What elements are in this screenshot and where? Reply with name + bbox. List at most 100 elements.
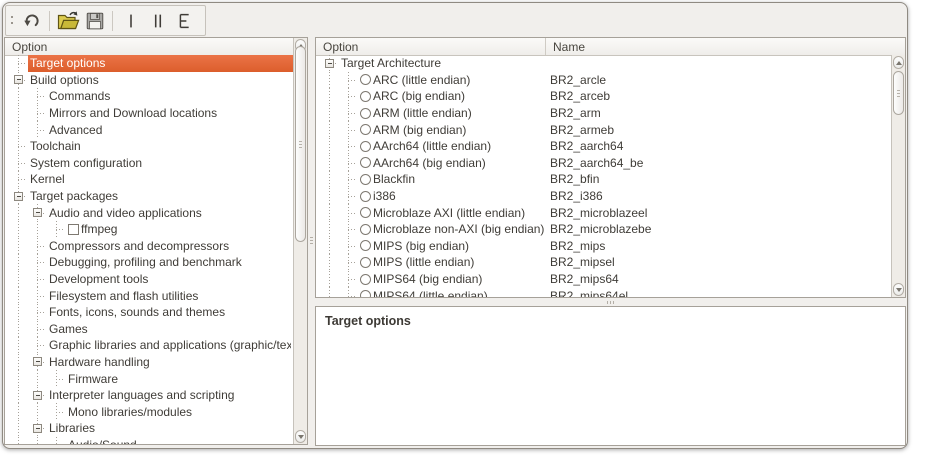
row-hit-area[interactable]: Advanced xyxy=(47,121,293,138)
tree-row[interactable]: Debugging, profiling and benchmark xyxy=(5,254,293,271)
tree-row[interactable]: AArch64 (big endian) BR2_aarch64_be xyxy=(316,155,891,172)
tree-row[interactable]: Interpreter languages and scripting xyxy=(5,387,293,404)
row-hit-area[interactable]: Debugging, profiling and benchmark xyxy=(47,254,293,271)
row-hit-area[interactable]: Graphic libraries and applications (grap… xyxy=(47,337,293,354)
tree-row[interactable]: Mono libraries/modules xyxy=(5,403,293,420)
row-hit-area[interactable]: Compressors and decompressors xyxy=(47,238,293,255)
tree-row[interactable]: Libraries xyxy=(5,420,293,437)
row-hit-area[interactable]: Interpreter languages and scripting xyxy=(47,387,293,404)
tree-row[interactable]: ARM (big endian) BR2_armeb xyxy=(316,121,891,138)
row-hit-area[interactable]: Firmware xyxy=(66,370,293,387)
row-hit-area[interactable]: MIPS (little endian) xyxy=(358,254,891,271)
row-hit-area[interactable]: ARC (little endian) xyxy=(358,72,891,89)
right-vertical-scrollbar[interactable] xyxy=(891,55,905,297)
tree-row[interactable]: Development tools xyxy=(5,271,293,288)
save-config-button[interactable] xyxy=(81,8,108,34)
tree-row[interactable]: Games xyxy=(5,321,293,338)
row-hit-area[interactable]: ARM (little endian) xyxy=(358,105,891,122)
single-view-button[interactable] xyxy=(117,8,144,34)
split-view-button[interactable] xyxy=(144,8,171,34)
tree-row[interactable]: Target packages xyxy=(5,188,293,205)
row-hit-area[interactable]: System configuration xyxy=(28,155,293,172)
tree-row[interactable]: i386 BR2_i386 xyxy=(316,188,891,205)
radio-icon[interactable] xyxy=(360,74,371,85)
radio-icon[interactable] xyxy=(360,257,371,268)
row-hit-area[interactable]: Games xyxy=(47,321,293,338)
scrollbar-thumb[interactable] xyxy=(295,46,306,242)
row-hit-area[interactable]: Fonts, icons, sounds and themes xyxy=(47,304,293,321)
row-hit-area[interactable]: Audio and video applications xyxy=(47,204,293,221)
expander-minus-icon[interactable] xyxy=(14,192,23,201)
tree-row[interactable]: MIPS (little endian) BR2_mipsel xyxy=(316,254,891,271)
tree-row[interactable]: Microblaze AXI (little endian) BR2_micro… xyxy=(316,204,891,221)
row-hit-area[interactable]: Blackfin xyxy=(358,171,891,188)
tree-row[interactable]: Fonts, icons, sounds and themes xyxy=(5,304,293,321)
row-hit-area[interactable]: ffmpeg xyxy=(66,221,293,238)
tree-row[interactable]: System configuration xyxy=(5,155,293,172)
tree-row[interactable]: MIPS64 (little endian) BR2_mips64el xyxy=(316,287,891,297)
expander-minus-icon[interactable] xyxy=(325,59,334,68)
row-hit-area[interactable]: ARC (big endian) xyxy=(358,88,891,105)
tree-row[interactable]: ARC (big endian) BR2_arceb xyxy=(316,88,891,105)
radio-icon[interactable] xyxy=(360,108,371,119)
radio-icon[interactable] xyxy=(360,141,371,152)
row-hit-area[interactable]: Development tools xyxy=(47,271,293,288)
scroll-up-button[interactable] xyxy=(893,56,904,69)
row-hit-area[interactable]: AArch64 (little endian) xyxy=(358,138,891,155)
tree-row[interactable]: Audio and video applications xyxy=(5,204,293,221)
row-hit-area[interactable]: Libraries xyxy=(47,420,293,437)
toolbar-grip-handle[interactable] xyxy=(10,14,15,28)
tree-row[interactable]: Firmware xyxy=(5,370,293,387)
radio-icon[interactable] xyxy=(360,224,371,235)
tree-row[interactable]: ARM (little endian) BR2_arm xyxy=(316,105,891,122)
tree-row[interactable]: Build options xyxy=(5,72,293,89)
tree-row[interactable]: Hardware handling xyxy=(5,354,293,371)
radio-icon[interactable] xyxy=(360,124,371,135)
full-view-button[interactable] xyxy=(171,8,198,34)
radio-icon[interactable] xyxy=(360,91,371,102)
tree-row[interactable]: MIPS (big endian) BR2_mips xyxy=(316,238,891,255)
scroll-down-button[interactable] xyxy=(295,430,306,443)
tree-row[interactable]: Target options xyxy=(5,55,293,72)
expander-minus-icon[interactable] xyxy=(33,424,42,433)
row-hit-area[interactable]: Target options xyxy=(28,55,293,72)
row-hit-area[interactable]: Kernel xyxy=(28,171,293,188)
radio-icon[interactable] xyxy=(360,290,371,297)
tree-row[interactable]: Blackfin BR2_bfin xyxy=(316,171,891,188)
tree-row[interactable]: Microblaze non-AXI (big endian) BR2_micr… xyxy=(316,221,891,238)
tree-row[interactable]: Target Architecture xyxy=(316,55,891,72)
radio-icon[interactable] xyxy=(360,174,371,185)
radio-icon[interactable] xyxy=(360,207,371,218)
tree-row[interactable]: Compressors and decompressors xyxy=(5,238,293,255)
row-hit-area[interactable]: Hardware handling xyxy=(47,354,293,371)
tree-row[interactable]: Audio/Sound xyxy=(5,437,293,444)
row-hit-area[interactable]: Toolchain xyxy=(28,138,293,155)
row-hit-area[interactable]: Audio/Sound xyxy=(66,437,293,444)
horizontal-splitter[interactable] xyxy=(315,298,906,306)
radio-icon[interactable] xyxy=(360,157,371,168)
tree-row[interactable]: MIPS64 (big endian) BR2_mips64 xyxy=(316,271,891,288)
row-hit-area[interactable]: Filesystem and flash utilities xyxy=(47,287,293,304)
scroll-down-button[interactable] xyxy=(893,283,904,296)
left-vertical-scrollbar[interactable] xyxy=(293,38,307,444)
tree-row[interactable]: ffmpeg xyxy=(5,221,293,238)
expander-minus-icon[interactable] xyxy=(33,357,42,366)
row-hit-area[interactable]: MIPS64 (big endian) xyxy=(358,271,891,288)
radio-icon[interactable] xyxy=(360,191,371,202)
row-hit-area[interactable]: Target packages xyxy=(28,188,293,205)
back-button[interactable] xyxy=(18,8,45,34)
row-hit-area[interactable]: Mirrors and Download locations xyxy=(47,105,293,122)
tree-row[interactable]: AArch64 (little endian) BR2_aarch64 xyxy=(316,138,891,155)
expander-minus-icon[interactable] xyxy=(33,391,42,400)
tree-row[interactable]: Graphic libraries and applications (grap… xyxy=(5,337,293,354)
row-hit-area[interactable]: ARM (big endian) xyxy=(358,121,891,138)
open-config-button[interactable] xyxy=(54,8,81,34)
tree-row[interactable]: Toolchain xyxy=(5,138,293,155)
checkbox-icon[interactable] xyxy=(68,224,79,235)
tree-row[interactable]: Mirrors and Download locations xyxy=(5,105,293,122)
row-hit-area[interactable]: Commands xyxy=(47,88,293,105)
tree-row[interactable]: Commands xyxy=(5,88,293,105)
expander-minus-icon[interactable] xyxy=(14,75,23,84)
radio-icon[interactable] xyxy=(360,274,371,285)
tree-row[interactable]: Filesystem and flash utilities xyxy=(5,287,293,304)
